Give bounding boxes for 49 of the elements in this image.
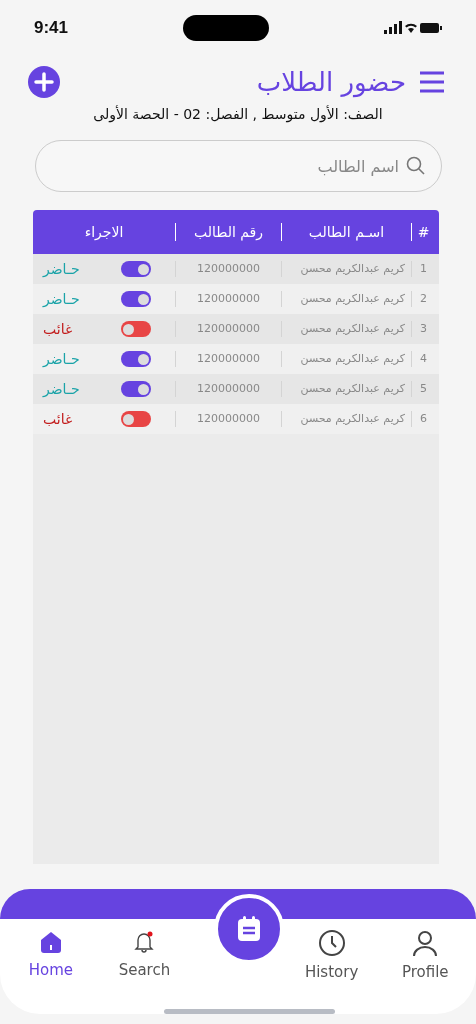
row-number: 4 xyxy=(411,351,435,367)
attendance-toggle[interactable] xyxy=(121,411,151,427)
attendance-toggle[interactable] xyxy=(121,381,151,397)
student-id: 120000000 xyxy=(175,321,281,337)
page-title: حضور الطلاب xyxy=(256,67,406,97)
student-id: 120000000 xyxy=(175,411,281,427)
add-icon[interactable] xyxy=(28,66,60,98)
attendance-toggle[interactable] xyxy=(121,261,151,277)
student-name: كريم عبدالكريم محسن xyxy=(281,291,411,307)
class-info: الصف: الأول متوسط , الفصل: 02 - الحصة الأولى xyxy=(93,106,383,122)
row-number: 1 xyxy=(411,261,435,277)
nav-item[interactable]: History xyxy=(291,929,372,991)
student-name: كريم عبدالكريم محسن xyxy=(281,351,411,367)
column-header: رقم الطالب xyxy=(175,223,281,241)
clock-icon xyxy=(317,929,346,957)
student-id: 120000000 xyxy=(175,291,281,307)
student-name: كريم عبدالكريم محسن xyxy=(281,261,411,277)
student-name: كريم عبدالكريم محسن xyxy=(281,411,411,427)
column-header: # xyxy=(411,223,435,241)
attendance-toggle[interactable] xyxy=(121,351,151,367)
nav-item[interactable]: Profile xyxy=(385,929,466,991)
attendance-status: حـاضر xyxy=(43,381,80,397)
attendance-status: حـاضر xyxy=(43,261,80,277)
attendance-toggle[interactable] xyxy=(121,321,151,337)
attendance-status: غائب xyxy=(43,321,73,337)
attendance-toggle[interactable] xyxy=(121,291,151,307)
row-number: 3 xyxy=(411,321,435,337)
row-number: 2 xyxy=(411,291,435,307)
attendance-status: غائب xyxy=(43,411,73,427)
search-field[interactable]: اسم الطالب xyxy=(35,140,442,192)
row-number: 6 xyxy=(411,411,435,427)
menu-icon[interactable] xyxy=(420,71,444,93)
search-icon xyxy=(406,156,426,176)
clipboard-icon xyxy=(236,915,262,943)
student-name: كريم عبدالكريم محسن xyxy=(281,381,411,397)
attendance-status: حـاضر xyxy=(43,351,80,367)
student-id: 120000000 xyxy=(175,261,281,277)
student-name: كريم عبدالكريم محسن xyxy=(281,321,411,337)
column-header: اسـم الطالب xyxy=(281,223,411,241)
user-icon xyxy=(411,929,440,957)
status-time: 9:41 xyxy=(34,18,69,38)
attendance-status: حـاضر xyxy=(43,291,80,307)
nav-item[interactable]: Search xyxy=(104,929,185,991)
student-id: 120000000 xyxy=(175,381,281,397)
row-number: 5 xyxy=(411,381,435,397)
status-icons xyxy=(384,21,442,35)
column-header: الاجراء xyxy=(83,223,125,241)
nav-item[interactable]: Home xyxy=(10,929,91,991)
student-id: 120000000 xyxy=(175,351,281,367)
